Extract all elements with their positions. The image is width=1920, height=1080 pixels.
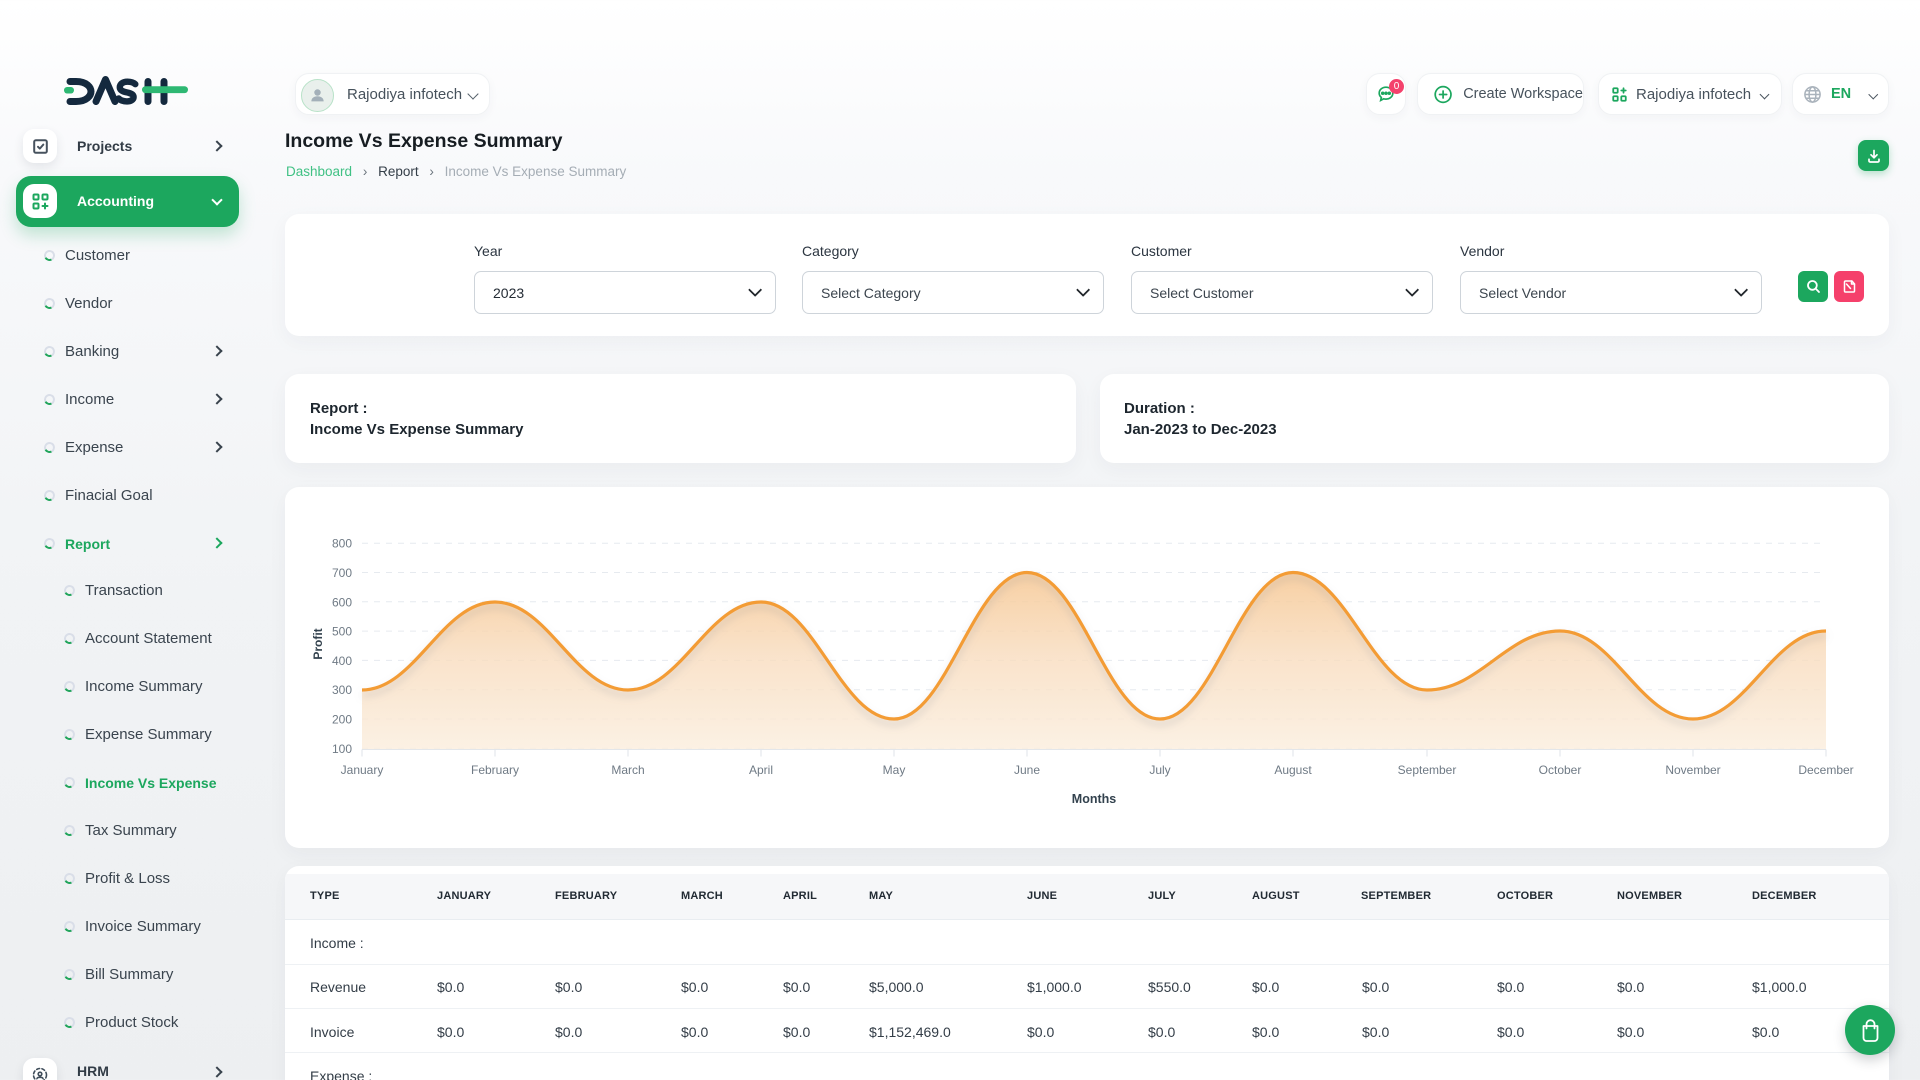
svg-text:March: March bbox=[611, 763, 644, 777]
svg-text:December: December bbox=[1798, 763, 1853, 777]
svg-text:100: 100 bbox=[332, 742, 352, 756]
svg-text:May: May bbox=[883, 763, 906, 777]
svg-text:300: 300 bbox=[332, 683, 352, 697]
svg-text:600: 600 bbox=[332, 595, 352, 609]
svg-text:Months: Months bbox=[1072, 792, 1116, 806]
svg-text:800: 800 bbox=[332, 537, 352, 551]
svg-text:September: September bbox=[1398, 763, 1457, 777]
svg-text:June: June bbox=[1014, 763, 1040, 777]
svg-text:February: February bbox=[471, 763, 519, 777]
svg-text:October: October bbox=[1539, 763, 1582, 777]
svg-text:April: April bbox=[749, 763, 773, 777]
svg-text:500: 500 bbox=[332, 625, 352, 639]
svg-text:July: July bbox=[1149, 763, 1170, 777]
svg-text:400: 400 bbox=[332, 654, 352, 668]
svg-text:August: August bbox=[1274, 763, 1312, 777]
svg-text:Profit: Profit bbox=[311, 628, 325, 659]
svg-text:November: November bbox=[1665, 763, 1720, 777]
svg-text:January: January bbox=[341, 763, 384, 777]
svg-text:700: 700 bbox=[332, 566, 352, 580]
svg-text:200: 200 bbox=[332, 713, 352, 727]
